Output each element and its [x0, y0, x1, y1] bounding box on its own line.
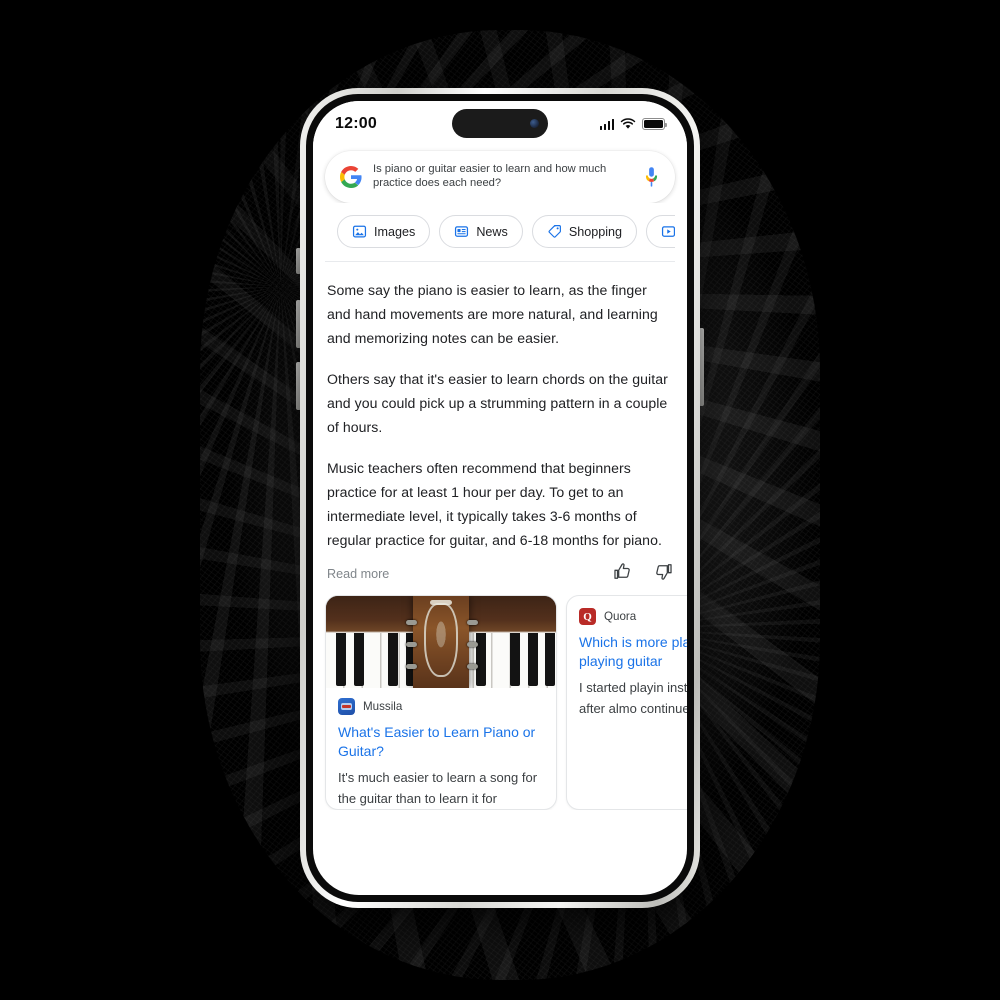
microphone-icon[interactable] — [642, 166, 661, 189]
front-camera-icon — [530, 119, 539, 128]
card-snippet: It's much easier to learn a song for the… — [338, 770, 538, 806]
source-card-quora[interactable]: Q Quora Which is more playing piano play… — [566, 595, 687, 810]
scene: 12:00 Is piano or guitar easier to learn… — [0, 0, 1000, 1000]
chip-images[interactable]: Images — [337, 215, 431, 248]
card-source: Q Quora — [579, 608, 687, 625]
status-bar: 12:00 — [313, 101, 687, 147]
news-article-icon — [455, 226, 469, 237]
guitar-headstock — [413, 596, 469, 688]
answer-paragraph-1: Some say the piano is easier to learn, a… — [327, 282, 658, 346]
chip-videos[interactable]: Videos — [646, 215, 675, 248]
card-snippet: I started playin instruments th now, aft… — [579, 680, 687, 716]
status-indicators — [599, 118, 667, 130]
card-source: Mussila — [338, 698, 544, 715]
dynamic-island — [452, 109, 548, 138]
thumb-down-icon[interactable] — [654, 562, 673, 581]
card-title-link[interactable]: Which is more playing piano playing guit… — [579, 633, 687, 671]
phone-bezel: 12:00 Is piano or guitar easier to learn… — [306, 94, 694, 902]
phone-screen: 12:00 Is piano or guitar easier to learn… — [313, 101, 687, 895]
wifi-icon — [620, 118, 636, 129]
answer-paragraph-2: Others say that it's easier to learn cho… — [327, 371, 668, 435]
chip-label: Shopping — [568, 224, 623, 239]
quora-favicon: Q — [579, 608, 596, 625]
source-cards-carousel[interactable]: Mussila What's Easier to Learn Piano or … — [313, 595, 687, 810]
chip-label: Images — [374, 224, 416, 239]
ai-answer-block: Some say the piano is easier to learn, a… — [313, 262, 687, 552]
card-source-name: Mussila — [363, 700, 403, 713]
image-icon — [352, 225, 367, 238]
search-bar[interactable]: Is piano or guitar easier to learn and h… — [325, 151, 675, 203]
source-card-mussila[interactable]: Mussila What's Easier to Learn Piano or … — [325, 595, 557, 810]
signal-bars-icon — [599, 118, 614, 130]
card-source-name: Quora — [604, 610, 637, 623]
thumb-up-icon[interactable] — [613, 562, 632, 581]
video-play-icon — [661, 226, 675, 237]
price-tag-icon — [548, 225, 561, 238]
search-query-text: Is piano or guitar easier to learn and h… — [373, 163, 607, 189]
search-filter-chips[interactable]: Images News Shopping — [325, 203, 675, 261]
mussila-favicon — [338, 698, 355, 715]
phone-device-frame: 12:00 Is piano or guitar easier to learn… — [300, 88, 700, 908]
search-header: Is piano or guitar easier to learn and h… — [313, 147, 687, 262]
answer-paragraph-3: Music teachers often recommend that begi… — [327, 460, 662, 548]
card-thumbnail-image — [326, 596, 556, 688]
battery-full-icon — [642, 118, 667, 130]
chip-news[interactable]: News — [439, 215, 523, 248]
chip-shopping[interactable]: Shopping — [531, 215, 638, 248]
chip-label: News — [476, 224, 508, 239]
google-g-logo — [340, 166, 362, 188]
status-time: 12:00 — [335, 115, 377, 132]
card-title-link[interactable]: What's Easier to Learn Piano or Guitar? — [338, 723, 544, 761]
